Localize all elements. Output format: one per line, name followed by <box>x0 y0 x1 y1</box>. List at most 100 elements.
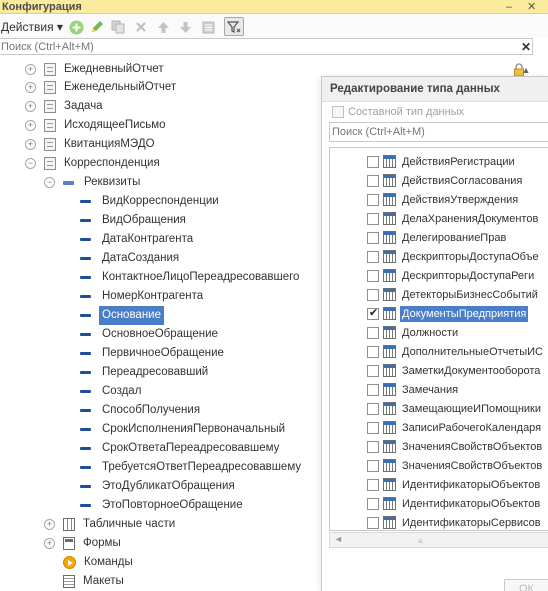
minimize-button[interactable]: – <box>506 0 512 14</box>
tree-item[interactable]: ОсновноеОбращение <box>80 325 218 344</box>
composite-type-checkbox[interactable]: Составной тип данных <box>332 106 464 118</box>
type-list-item[interactable]: ДействияУтверждения <box>330 190 548 209</box>
type-list-item[interactable]: ЗаметкиДокументооборота <box>330 361 548 380</box>
tree-item[interactable]: − Корреспонденция <box>25 154 160 173</box>
checkbox-icon[interactable] <box>367 497 379 510</box>
tree-item[interactable]: + ИсходящееПисьмо <box>25 116 166 135</box>
close-button[interactable]: ✕ <box>527 0 536 14</box>
scroll-thumb[interactable]: ≡ <box>418 537 438 546</box>
checkbox-icon[interactable] <box>367 288 379 301</box>
type-list-item[interactable]: Должности <box>330 323 548 342</box>
tree-item[interactable]: ВидОбращения <box>80 211 186 230</box>
type-list-item[interactable]: ЗаписиРабочегоКалендаря <box>330 418 548 437</box>
expand-icon[interactable]: + <box>44 538 55 549</box>
checkbox-icon[interactable] <box>367 459 379 472</box>
move-down-icon[interactable] <box>177 19 193 35</box>
type-list-item[interactable]: ИдентификаторыСервисов <box>330 513 548 530</box>
checkbox-icon[interactable] <box>367 364 379 377</box>
checkbox-icon[interactable] <box>367 155 379 168</box>
delete-icon[interactable] <box>133 19 149 35</box>
type-list-item[interactable]: ИдентификаторыОбъектов <box>330 475 548 494</box>
tree-item[interactable]: ЭтоДубликатОбращения <box>80 477 235 496</box>
form-icon <box>63 537 75 550</box>
tree-item[interactable]: ВидКорреспонденции <box>80 192 219 211</box>
actions-menu[interactable]: Действия ▾ <box>1 20 63 34</box>
checkbox-icon[interactable] <box>367 212 379 225</box>
type-list-item[interactable]: ЗначенияСвойствОбъектов <box>330 456 548 475</box>
tree-item[interactable]: ДатаКонтрагента <box>80 230 193 249</box>
collapse-icon[interactable]: − <box>44 177 55 188</box>
sort-icon[interactable] <box>200 19 216 35</box>
filter-icon[interactable] <box>224 17 244 36</box>
checkbox-icon[interactable] <box>367 174 379 187</box>
type-list-item[interactable]: ДескрипторыДоступаОбъе <box>330 247 548 266</box>
expand-icon[interactable]: + <box>25 82 36 93</box>
edit-pencil-icon[interactable] <box>89 19 105 35</box>
checkbox-icon[interactable] <box>367 326 379 339</box>
add-icon[interactable] <box>68 19 84 35</box>
tree-item[interactable]: Команды <box>63 553 133 572</box>
checkbox-icon[interactable] <box>367 421 379 434</box>
tree-item[interactable]: ТребуетсяОтветПереадресовавшему <box>80 458 301 477</box>
type-list-item[interactable]: ЗамещающиеИПомощники <box>330 399 548 418</box>
checkbox-icon[interactable] <box>367 440 379 453</box>
tree-item[interactable]: + Табличные части <box>44 515 175 534</box>
tree-item[interactable]: + ЕженедельныйОтчет <box>25 78 176 97</box>
search-input[interactable] <box>0 39 500 55</box>
tree-item[interactable]: СрокОтветаПереадресовавшему <box>80 439 279 458</box>
checkbox-icon[interactable] <box>367 193 379 206</box>
tree-item[interactable]: СпособПолучения <box>80 401 200 420</box>
type-list-item[interactable]: ДетекторыБизнесСобытий <box>330 285 548 304</box>
checkbox-icon[interactable] <box>367 269 379 282</box>
tree-item[interactable]: Основание <box>80 306 164 325</box>
tree-item[interactable]: СрокИсполненияПервоначальный <box>80 420 285 439</box>
catalog-icon <box>383 497 396 510</box>
type-list-item[interactable]: ИдентификаторыОбъектов <box>330 494 548 513</box>
checkbox-icon[interactable] <box>367 345 379 358</box>
tree-item[interactable]: ЭтоПовторноеОбращение <box>80 496 243 515</box>
tree-item[interactable]: НомерКонтрагента <box>80 287 203 306</box>
expand-icon[interactable]: + <box>25 120 36 131</box>
ok-button[interactable]: ОК <box>504 579 548 591</box>
checkbox-icon[interactable] <box>367 231 379 244</box>
tree-item[interactable]: + ЕжедневныйОтчет <box>25 60 164 79</box>
expand-icon[interactable]: + <box>25 101 36 112</box>
checkbox-icon[interactable] <box>367 383 379 396</box>
copy-icon[interactable] <box>110 19 126 35</box>
type-list-item[interactable]: ДействияСогласования <box>330 171 548 190</box>
expand-icon[interactable]: + <box>44 519 55 530</box>
checkbox-icon[interactable] <box>367 402 379 415</box>
tree-item[interactable]: КонтактноеЛицоПереадресовавшего <box>80 268 299 287</box>
move-up-icon[interactable] <box>155 19 171 35</box>
checkbox-icon[interactable] <box>367 250 379 263</box>
type-list-item[interactable]: ДелаХраненияДокументов <box>330 209 548 228</box>
type-list-item[interactable]: ДескрипторыДоступаРеги <box>330 266 548 285</box>
type-list-item[interactable]: ДелегированиеПрав <box>330 228 548 247</box>
horizontal-scrollbar[interactable]: ◄ ≡ <box>329 532 548 548</box>
tree-item[interactable]: + КвитанцияМЭДО <box>25 135 155 154</box>
search-field[interactable] <box>0 38 533 55</box>
dialog-search-field[interactable] <box>329 122 548 142</box>
tree-item[interactable]: ДатаСоздания <box>80 249 179 268</box>
type-list-item[interactable]: ЗначенияСвойствОбъектов <box>330 437 548 456</box>
tree-item[interactable]: − Реквизиты <box>44 173 140 192</box>
tree-item[interactable]: Переадресовавший <box>80 363 208 382</box>
tree-item[interactable]: + Формы <box>44 534 121 553</box>
checked-checkbox-icon[interactable] <box>367 306 379 320</box>
type-list-item[interactable]: ДействияРегистрации <box>330 152 548 171</box>
type-list-item[interactable]: ДополнительныеОтчетыИС <box>330 342 548 361</box>
expand-icon[interactable]: + <box>25 139 36 150</box>
tree-item[interactable]: Создал <box>80 382 141 401</box>
collapse-icon[interactable]: − <box>25 158 36 169</box>
tree-item[interactable]: + Задача <box>25 97 103 116</box>
scroll-left-icon[interactable]: ◄ <box>334 534 343 544</box>
checkbox-icon[interactable] <box>367 516 379 529</box>
search-clear-button[interactable]: ✕ <box>521 40 531 54</box>
dialog-search-input[interactable] <box>330 123 548 141</box>
type-list-item[interactable]: ДокументыПредприятия <box>330 304 548 323</box>
checkbox-icon[interactable] <box>367 478 379 491</box>
tree-item[interactable]: ПервичноеОбращение <box>80 344 224 363</box>
tree-item[interactable]: Макеты <box>63 572 124 591</box>
type-list-item[interactable]: Замечания <box>330 380 548 399</box>
expand-icon[interactable]: + <box>25 64 36 75</box>
